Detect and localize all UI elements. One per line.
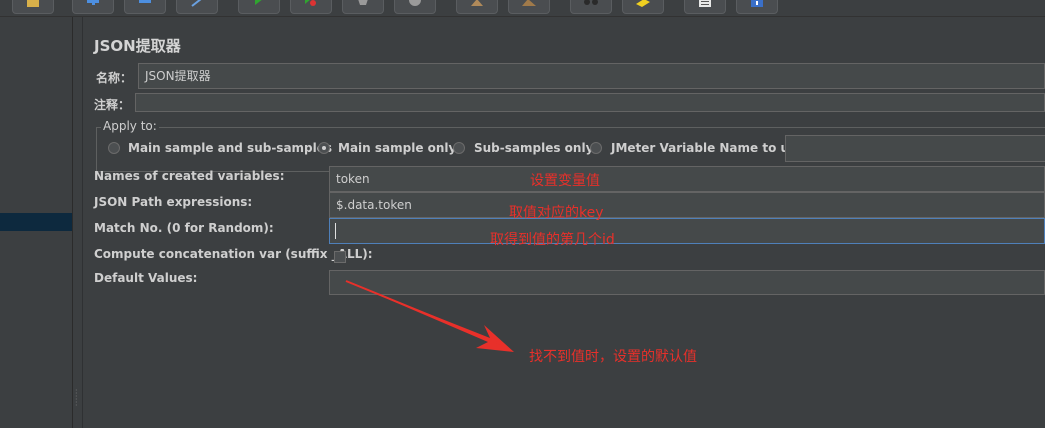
annotation-arrow-icon: [345, 280, 514, 352]
